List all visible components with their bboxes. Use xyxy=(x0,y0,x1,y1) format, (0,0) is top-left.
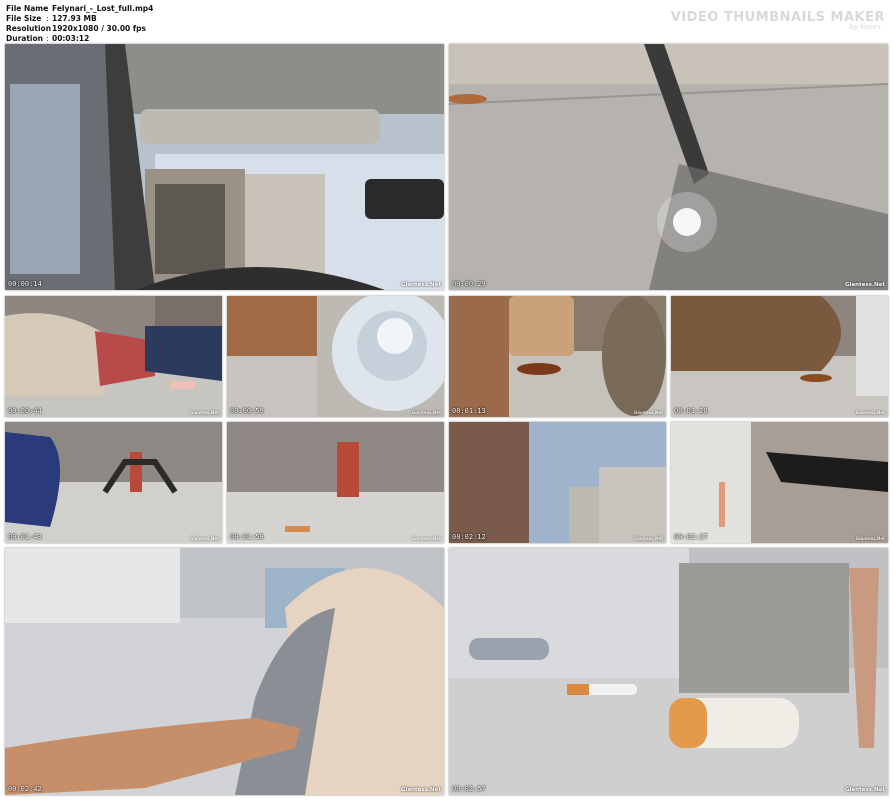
cigarettes-can-legs-image xyxy=(449,548,888,795)
timestamp: 00:02:12 xyxy=(452,533,486,541)
watermark: Giantess.Net xyxy=(845,282,885,288)
timestamp: 00:02:42 xyxy=(8,785,42,793)
watermark: Giantess.Net xyxy=(411,536,441,541)
pavement-image xyxy=(449,44,888,290)
watermark: Giantess.Net xyxy=(411,410,441,415)
timestamp: 00:02:57 xyxy=(452,785,486,793)
rock-can-image xyxy=(5,296,222,417)
can-hydrant-image xyxy=(5,422,222,543)
thumbnail-cigarettes-can-legs[interactable]: 00:02:57 Giantess.Net xyxy=(449,548,888,795)
brand-logo: VIDEO THUMBNAILS MAKER by Vanex xyxy=(671,10,885,31)
thumbnail-rock-and-can[interactable]: 00:00:44 Giantess.Net xyxy=(5,296,222,417)
watermark: Giantess.Net xyxy=(189,410,219,415)
watermark: Giantess.Net xyxy=(855,410,885,415)
thumbnail-hydrant-cigarette[interactable]: 00:01:58 Giantess.Net xyxy=(227,422,444,543)
resolution-label: Resolution xyxy=(6,24,52,33)
timestamp: 00:01:28 xyxy=(674,407,708,415)
rusty-can-cap-image xyxy=(449,296,666,417)
watermark: Giantess.Net xyxy=(633,410,663,415)
timestamp: 00:01:58 xyxy=(230,533,264,541)
timestamp: 00:00:29 xyxy=(452,280,486,288)
resolution-value: 1920x1080 / 30.00 fps xyxy=(52,24,146,33)
city-buildings-image xyxy=(449,422,666,543)
watermark: Giantess.Net xyxy=(845,787,885,793)
file-size-value: 127.93 MB xyxy=(52,14,97,23)
thumbnail-car-interior[interactable]: 00:00:14 Giantess.Net xyxy=(5,44,444,290)
watermark: Giantess.Net xyxy=(189,536,219,541)
thumbnail-bottle-cap-giant[interactable]: 00:00:59 Giantess.Net xyxy=(227,296,444,417)
resolution-row: Resolution : 1920x1080 / 30.00 fps xyxy=(6,24,153,34)
car-interior-image xyxy=(5,44,444,290)
file-name-row: File Name : Felynari_-_Lost_full.mp4 xyxy=(6,4,153,14)
arm-holding-cap-image xyxy=(5,548,444,795)
watermark: Giantess.Net xyxy=(633,536,663,541)
thumbnail-pavement-closeup[interactable]: 00:00:29 Giantess.Net xyxy=(449,44,888,290)
timestamp: 00:00:14 xyxy=(8,280,42,288)
thumbnail-rusty-can-side[interactable]: 00:01:28 Giantess.Net xyxy=(671,296,888,417)
file-size-row: File Size : 127.93 MB xyxy=(6,14,153,24)
thumbnail-rusty-can-cap[interactable]: 00:01:13 Giantess.Net xyxy=(449,296,666,417)
file-info: File Name : Felynari_-_Lost_full.mp4 Fil… xyxy=(6,4,153,44)
file-name-value: Felynari_-_Lost_full.mp4 xyxy=(52,4,154,13)
wall-legs-image xyxy=(671,422,888,543)
duration-label: Duration xyxy=(6,34,43,43)
rusty-can-side-image xyxy=(671,296,888,417)
timestamp: 00:02:27 xyxy=(674,533,708,541)
watermark: Giantess.Net xyxy=(401,787,441,793)
duration-value: 00:03:12 xyxy=(52,34,90,43)
thumbnail-wall-legs[interactable]: 00:02:27 Giantess.Net xyxy=(671,422,888,543)
hydrant-cigarette-image xyxy=(227,422,444,543)
watermark: Giantess.Net xyxy=(401,282,441,288)
thumbnail-city-buildings[interactable]: 00:02:12 Giantess.Net xyxy=(449,422,666,543)
thumbnail-can-hydrant[interactable]: 00:01:43 Giantess.Net xyxy=(5,422,222,543)
thumbnail-arm-holding-cap[interactable]: 00:02:42 Giantess.Net xyxy=(5,548,444,795)
timestamp: 00:00:44 xyxy=(8,407,42,415)
timestamp: 00:00:59 xyxy=(230,407,264,415)
bottle-cap-image xyxy=(227,296,444,417)
duration-row: Duration : 00:03:12 xyxy=(6,34,153,44)
timestamp: 00:01:43 xyxy=(8,533,42,541)
watermark: Giantess.Net xyxy=(855,536,885,541)
file-size-label: File Size xyxy=(6,14,42,23)
file-name-label: File Name xyxy=(6,4,49,13)
timestamp: 00:01:13 xyxy=(452,407,486,415)
